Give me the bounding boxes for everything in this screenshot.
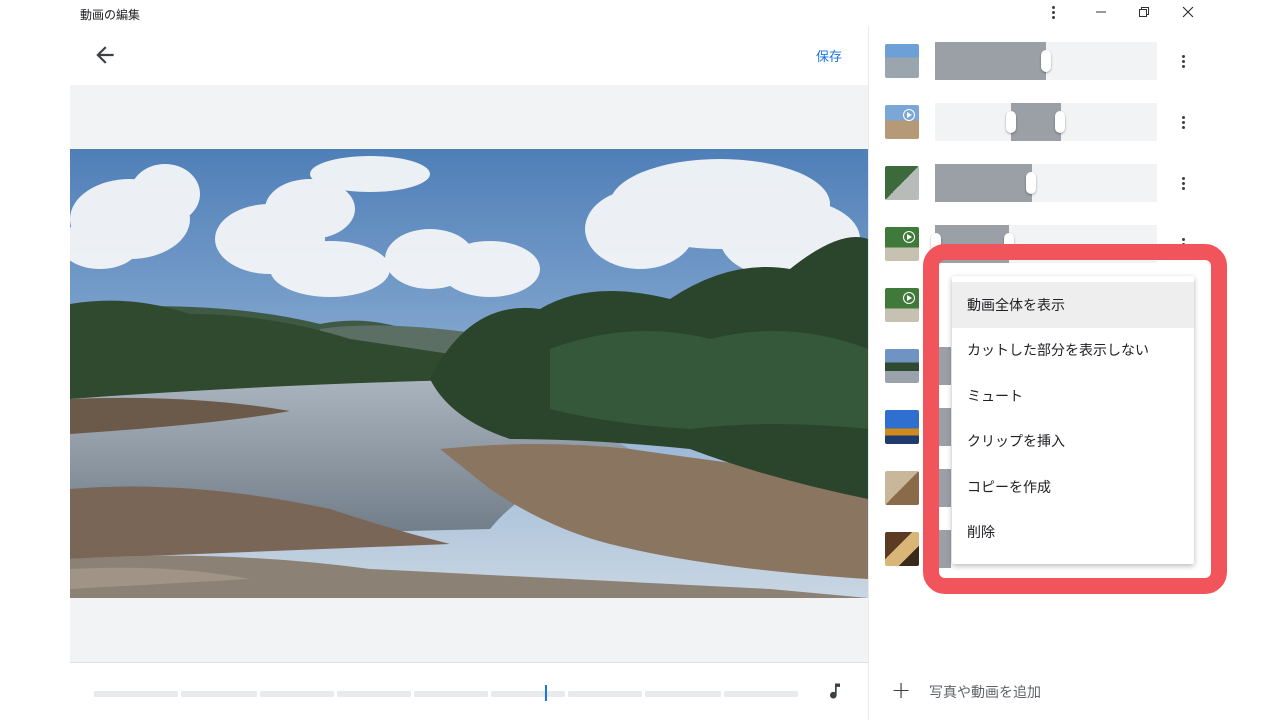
trim-handle-end[interactable]: [1055, 111, 1065, 133]
more-vert-icon[interactable]: [1175, 111, 1191, 133]
clip-thumbnail[interactable]: [885, 44, 919, 78]
menu-item-hide-cut-parts[interactable]: カットした部分を表示しない: [952, 328, 1194, 374]
window-title: 動画の編集: [80, 8, 141, 22]
clip-thumbnail[interactable]: [885, 227, 919, 261]
close-button[interactable]: [1166, 0, 1210, 24]
trim-handle-end[interactable]: [1026, 172, 1036, 194]
timeline-playhead[interactable]: [545, 685, 547, 701]
music-note-icon: [830, 683, 840, 699]
preview-stage: [70, 85, 868, 662]
clip-trim-selection: [1011, 103, 1061, 141]
more-vert-icon[interactable]: [1175, 50, 1191, 72]
title-bar: 動画の編集: [0, 0, 1280, 26]
video-badge-icon: [903, 292, 915, 304]
restore-icon: [1139, 7, 1149, 17]
music-button[interactable]: [825, 681, 845, 701]
menu-item-insert-clip[interactable]: クリップを挿入: [952, 419, 1194, 465]
clip-row-1[interactable]: [869, 32, 1280, 80]
timeline-segment[interactable]: [568, 691, 642, 697]
timeline-segment[interactable]: [94, 691, 178, 697]
timeline-segment[interactable]: [491, 691, 565, 697]
clip-row-2[interactable]: [869, 93, 1280, 141]
trim-handle-end[interactable]: [1041, 50, 1051, 72]
plus-icon: +: [891, 676, 912, 704]
timeline-bar: [70, 662, 868, 720]
clip-thumbnail[interactable]: [885, 166, 919, 200]
menu-item-show-full-video[interactable]: 動画全体を表示: [952, 282, 1194, 328]
timeline-segment[interactable]: [260, 691, 334, 697]
minimize-button[interactable]: [1079, 0, 1123, 24]
timeline-segment[interactable]: [414, 691, 488, 697]
clip-trim-selection: [935, 164, 1032, 202]
clip-thumbnail[interactable]: [885, 105, 919, 139]
menu-item-make-copy[interactable]: コピーを作成: [952, 464, 1194, 510]
clip-context-menu: 動画全体を表示 カットした部分を表示しない ミュート クリップを挿入 コピーを作…: [952, 276, 1194, 564]
menu-item-delete[interactable]: 削除: [952, 510, 1194, 556]
arrow-back-icon: [96, 46, 114, 64]
clip-trim-track[interactable]: [935, 103, 1157, 141]
preview-image: [70, 149, 868, 598]
editor-toolbar: 保存: [70, 26, 868, 84]
restore-button[interactable]: [1122, 0, 1166, 24]
menu-item-mute[interactable]: ミュート: [952, 373, 1194, 419]
trim-handle-start[interactable]: [1006, 111, 1016, 133]
clip-trim-selection: [935, 42, 1046, 80]
clip-row-3[interactable]: [869, 154, 1280, 202]
clip-trim-track[interactable]: [935, 42, 1157, 80]
minimize-icon: [1096, 11, 1106, 13]
clip-thumbnail[interactable]: [885, 471, 919, 505]
timeline-segment[interactable]: [724, 691, 798, 697]
more-vert-icon[interactable]: [1175, 172, 1191, 194]
close-icon: [1182, 6, 1194, 18]
video-badge-icon: [903, 231, 915, 243]
more-vert-icon[interactable]: [1031, 0, 1075, 24]
save-button[interactable]: 保存: [816, 46, 842, 65]
timeline-segment[interactable]: [337, 691, 411, 697]
timeline-segment[interactable]: [181, 691, 257, 697]
clip-thumbnail[interactable]: [885, 349, 919, 383]
video-badge-icon: [903, 109, 915, 121]
clip-trim-track[interactable]: [935, 164, 1157, 202]
clip-thumbnail[interactable]: [885, 288, 919, 322]
add-media-button[interactable]: + 写真や動画を追加: [869, 670, 1280, 710]
back-button[interactable]: [92, 42, 118, 68]
timeline-segment[interactable]: [645, 691, 721, 697]
clip-thumbnail[interactable]: [885, 410, 919, 444]
clip-thumbnail[interactable]: [885, 532, 919, 566]
add-media-label: 写真や動画を追加: [929, 685, 1041, 701]
